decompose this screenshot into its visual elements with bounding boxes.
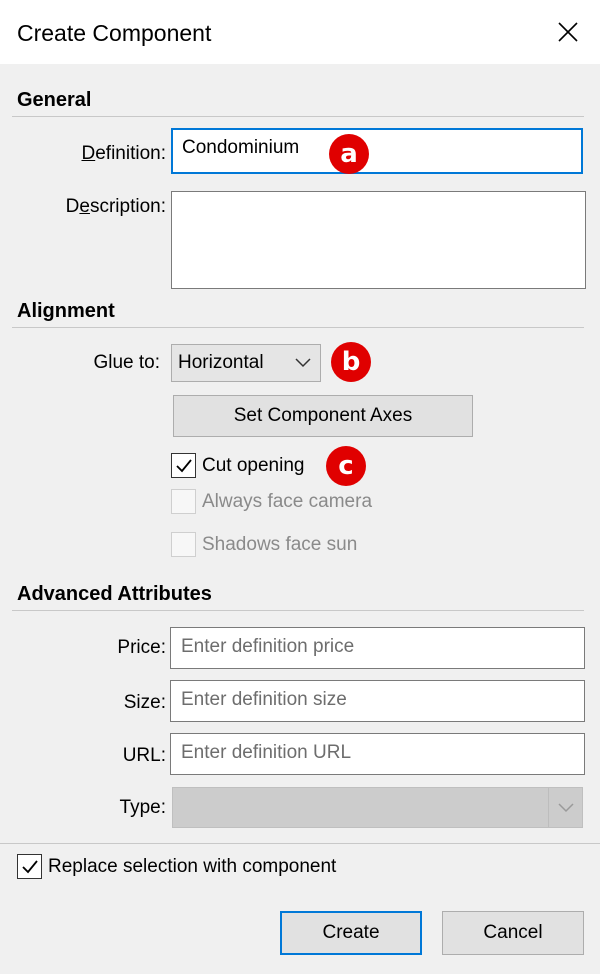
cut-opening-label: Cut opening bbox=[202, 454, 305, 476]
cut-opening-checkbox-row[interactable]: Cut opening bbox=[171, 453, 304, 478]
size-input[interactable]: Enter definition size bbox=[170, 680, 585, 722]
size-label: Size: bbox=[123, 692, 166, 713]
annotation-badge-c: c bbox=[326, 446, 366, 486]
price-input[interactable]: Enter definition price bbox=[170, 627, 585, 669]
glue-to-value: Horizontal bbox=[178, 352, 264, 373]
replace-selection-label: Replace selection with component bbox=[48, 855, 337, 877]
definition-input[interactable]: Condominium bbox=[171, 128, 583, 174]
chevron-down-icon bbox=[548, 788, 582, 827]
cancel-button[interactable]: Cancel bbox=[442, 911, 584, 955]
price-label: Price: bbox=[117, 637, 166, 658]
type-select bbox=[172, 787, 583, 828]
annotation-badge-a: a bbox=[329, 134, 369, 174]
glue-to-select[interactable]: Horizontal bbox=[171, 344, 321, 382]
window-title: Create Component bbox=[17, 20, 212, 46]
checkmark-icon bbox=[175, 458, 192, 472]
section-advanced-title: Advanced Attributes bbox=[17, 583, 212, 605]
divider bbox=[12, 327, 584, 328]
definition-label: Definition: bbox=[81, 143, 166, 164]
title-bar: Create Component bbox=[0, 0, 600, 64]
always-face-camera-label: Always face camera bbox=[202, 490, 373, 512]
checkmark-icon bbox=[21, 859, 38, 873]
shadows-face-sun-checkbox-row: Shadows face sun bbox=[171, 532, 357, 557]
description-label: Description: bbox=[65, 196, 166, 217]
close-icon bbox=[558, 22, 578, 42]
divider bbox=[12, 116, 584, 117]
divider bbox=[12, 610, 584, 611]
section-general-title: General bbox=[17, 89, 92, 111]
shadows-face-sun-label: Shadows face sun bbox=[202, 533, 358, 555]
replace-selection-checkbox-row[interactable]: Replace selection with component bbox=[17, 854, 336, 879]
chevron-down-icon bbox=[292, 355, 314, 371]
description-textarea[interactable] bbox=[171, 191, 586, 289]
annotation-badge-b: b bbox=[331, 342, 371, 382]
url-label: URL: bbox=[122, 745, 166, 766]
url-input[interactable]: Enter definition URL bbox=[170, 733, 585, 775]
close-button[interactable] bbox=[536, 0, 600, 64]
always-face-camera-checkbox-row: Always face camera bbox=[171, 489, 372, 514]
set-component-axes-button[interactable]: Set Component Axes bbox=[173, 395, 473, 437]
divider bbox=[0, 843, 600, 844]
replace-selection-checkbox[interactable] bbox=[17, 854, 42, 879]
always-face-camera-checkbox bbox=[171, 489, 196, 514]
type-label: Type: bbox=[119, 797, 166, 818]
cut-opening-checkbox[interactable] bbox=[171, 453, 196, 478]
glue-to-label: Glue to: bbox=[93, 352, 160, 373]
section-alignment-title: Alignment bbox=[17, 300, 115, 322]
create-button[interactable]: Create bbox=[280, 911, 422, 955]
shadows-face-sun-checkbox bbox=[171, 532, 196, 557]
